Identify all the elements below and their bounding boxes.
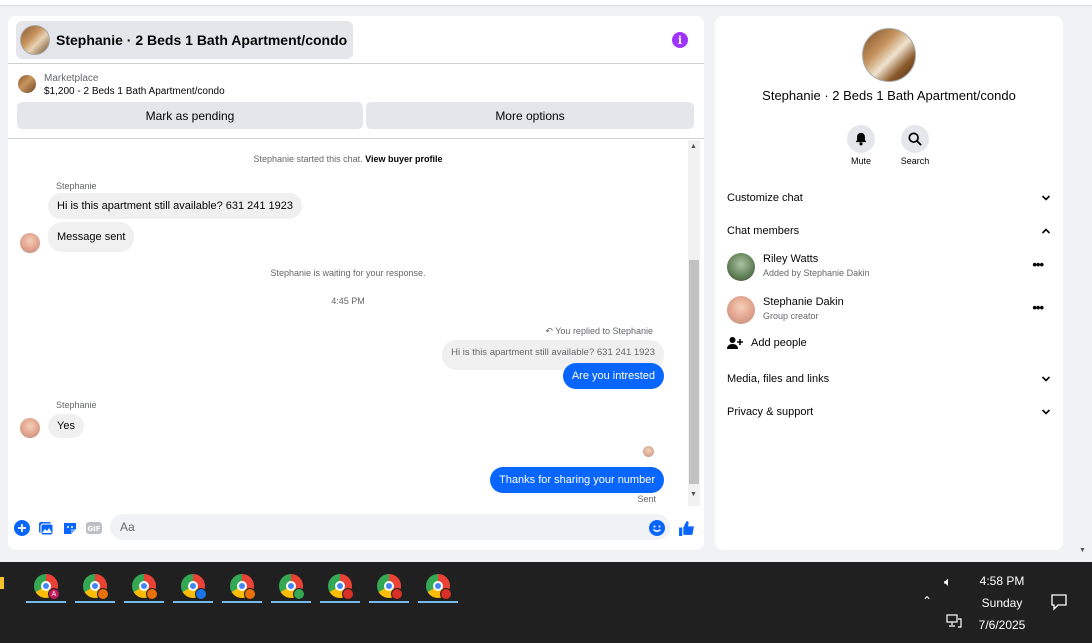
taskbar-chrome-window[interactable] [271,569,311,603]
member-row[interactable]: Stephanie Dakin Group creator ••• [727,294,1051,328]
more-icon[interactable]: ••• [1032,257,1044,272]
sent-status: Sent [637,494,656,504]
listing-photo [862,28,916,82]
photo-icon[interactable] [38,520,54,536]
message-bubble-outgoing[interactable]: Are you intrested [562,363,664,389]
chevron-down-icon [1041,409,1051,415]
taskbar-chrome-window[interactable] [369,569,409,603]
member-avatar [727,253,755,281]
member-avatar [727,296,755,324]
chat-scrollbar-thumb[interactable] [689,260,699,484]
conversation-details-panel: Stephanie · 2 Beds 1 Bath Apartment/cond… [715,16,1063,550]
composer: GIF [8,510,704,550]
taskbar-chrome-window[interactable] [222,569,262,603]
message-bubble[interactable]: Message sent [48,222,135,252]
message-bubble[interactable]: Yes [48,414,84,438]
profile-badge-icon [244,588,256,600]
search-button[interactable] [901,125,929,153]
message-input[interactable] [110,514,670,540]
reply-arrow-icon: ↶ [545,326,553,336]
sender-name: Stephanie [56,400,97,410]
volume-icon[interactable]: 🔈︎ [944,574,952,590]
chevron-up-icon[interactable]: ⌃ [922,594,932,608]
chat-title: Stephanie · 2 Beds 1 Bath Apartment/cond… [56,32,348,48]
listing-price-title[interactable]: $1,200 - 2 Beds 1 Bath Apartment/condo [44,86,225,97]
waiting-note: Stephanie is waiting for your response. [270,268,426,278]
customize-chat-section[interactable]: Customize chat [727,186,1051,210]
info-icon[interactable]: i [672,32,688,48]
scroll-down-arrow[interactable]: ▼ [690,491,697,498]
read-receipt-avatar [643,446,654,457]
mark-as-pending-button[interactable]: Mark as pending [17,102,363,129]
mute-button[interactable] [847,125,875,153]
chat-header: Stephanie · 2 Beds 1 Bath Apartment/cond… [8,16,704,64]
chevron-down-icon [1041,376,1051,382]
message-bubble[interactable]: Hi is this apartment still available? 63… [48,193,303,219]
profile-badge-icon [391,588,403,600]
profile-badge-icon [195,588,207,600]
clock-date[interactable]: 7/6/2025 [970,618,1034,632]
view-buyer-profile-link[interactable]: View buyer profile [365,154,442,164]
privacy-support-section[interactable]: Privacy & support [727,400,1051,424]
browser-top-edge [0,0,1092,6]
marketplace-label: Marketplace [44,73,99,84]
profile-badge: A [48,588,60,600]
profile-badge-icon [97,588,109,600]
add-person-icon [727,337,743,349]
timestamp: 4:45 PM [331,296,365,306]
listing-thumbnail [20,25,50,55]
clock-day[interactable]: Sunday [970,596,1034,610]
stephanie-avatar[interactable] [20,418,40,438]
details-title: Stephanie · 2 Beds 1 Bath Apartment/cond… [762,88,1016,103]
sender-name: Stephanie [56,181,97,191]
thumbs-up-icon[interactable] [678,520,695,537]
taskbar-chrome-window[interactable] [320,569,360,603]
add-people-button[interactable]: Add people [727,336,807,350]
taskbar-chrome-window[interactable] [75,569,115,603]
taskbar-chrome-window[interactable] [173,569,213,603]
chevron-down-icon [1041,195,1051,201]
marketplace-listing-bar: Marketplace $1,200 - 2 Beds 1 Bath Apart… [8,65,704,139]
bell-icon [855,132,867,146]
clock-time[interactable]: 4:58 PM [970,574,1034,588]
stephanie-avatar[interactable] [20,233,40,253]
profile-badge-icon [293,588,305,600]
search-icon [908,132,922,146]
file-explorer-icon-edge[interactable] [0,577,4,589]
reply-note: ↶ You replied to Stephanie [545,326,653,336]
page-scroll-down-arrow[interactable]: ▼ [1079,547,1086,554]
taskbar-chrome-window[interactable] [418,569,458,603]
profile-badge-icon [342,588,354,600]
more-icon[interactable]: ••• [1032,300,1044,315]
chat-members-section[interactable]: Chat members [727,219,1051,243]
chat-title-button[interactable]: Stephanie · 2 Beds 1 Bath Apartment/cond… [16,21,354,59]
mute-label: Mute [850,156,871,166]
taskbar-chrome-profile-a[interactable]: A [26,569,66,603]
media-files-section[interactable]: Media, files and links [727,367,1051,391]
member-row[interactable]: Riley Watts Added by Stephanie Dakin ••• [727,251,1051,285]
gif-icon[interactable]: GIF [86,520,102,536]
chevron-up-icon [1041,228,1051,234]
more-options-button[interactable]: More options [366,102,694,129]
chat-started-note: Stephanie started this chat. View buyer … [253,154,443,164]
taskbar-chrome-window[interactable] [124,569,164,603]
notification-icon[interactable] [1050,593,1068,611]
network-icon[interactable] [946,614,962,628]
message-bubble-outgoing[interactable]: Thanks for sharing your number [490,467,664,493]
scroll-up-arrow[interactable]: ▲ [690,143,697,150]
listing-small-thumbnail [18,75,36,93]
svg-text:GIF: GIF [87,525,100,533]
search-label: Search [900,156,930,166]
profile-badge-icon [146,588,158,600]
chat-panel: Stephanie · 2 Beds 1 Bath Apartment/cond… [8,16,704,550]
plus-icon[interactable] [14,520,30,536]
emoji-icon[interactable] [649,520,665,536]
sticker-icon[interactable] [62,520,78,536]
message-list: Stephanie started this chat. View buyer … [8,140,688,506]
profile-badge-icon [440,588,452,600]
